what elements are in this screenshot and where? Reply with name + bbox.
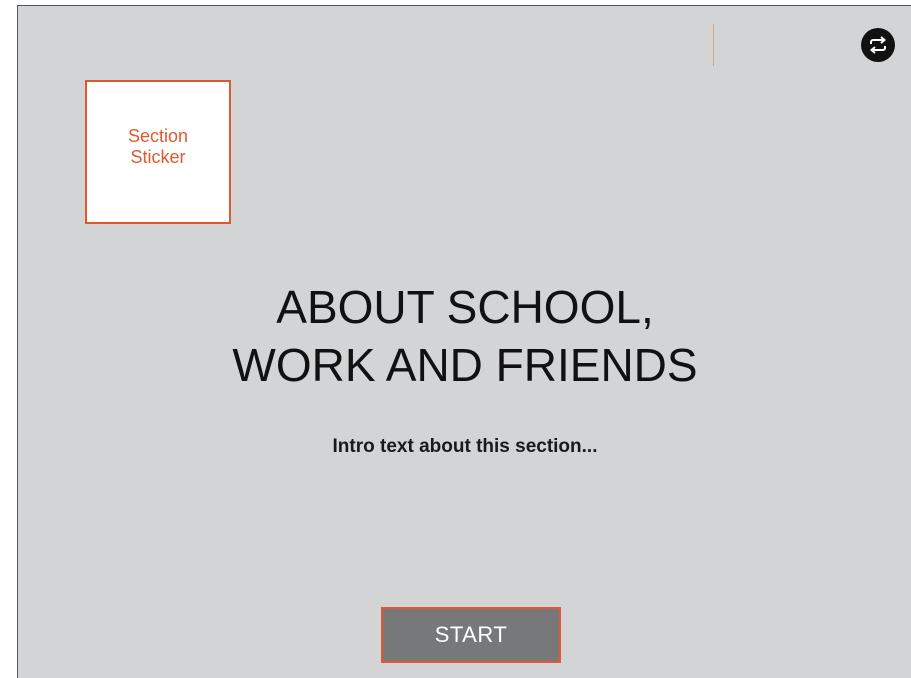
section-sticker-label: Section Sticker — [127, 126, 189, 167]
intro-text: Intro text about this section... — [332, 436, 598, 457]
section-sticker: Section Sticker — [85, 80, 231, 224]
switch-button[interactable] — [861, 28, 895, 62]
repeat-arrows-icon — [869, 36, 887, 54]
section-intro-screen: Section Sticker ABOUT SCHOOL, WORK AND F… — [17, 5, 911, 678]
page-title: ABOUT SCHOOL, WORK AND FRIENDS — [232, 281, 698, 391]
divider-line — [713, 24, 714, 66]
start-button[interactable]: START — [381, 607, 561, 663]
